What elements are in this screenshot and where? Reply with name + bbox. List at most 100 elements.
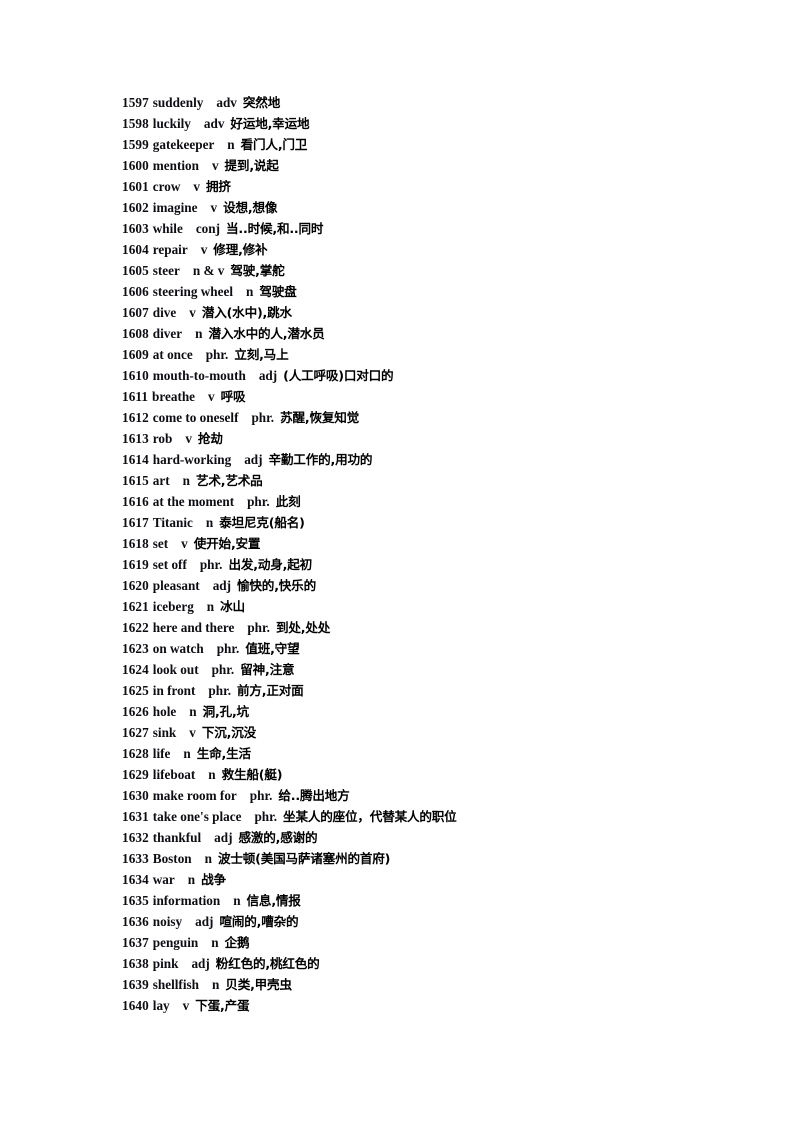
entry-definition: 愉快的,快乐的 bbox=[237, 578, 316, 593]
entry-number: 1632 bbox=[122, 830, 149, 845]
vocabulary-entry: 1626 hole n 洞,孔,坑 bbox=[122, 701, 742, 722]
vocabulary-entry: 1620 pleasant adj 愉快的,快乐的 bbox=[122, 575, 742, 596]
entry-part-of-speech: phr. bbox=[199, 557, 223, 572]
entry-number: 1628 bbox=[122, 746, 149, 761]
entry-number: 1614 bbox=[122, 452, 149, 467]
entry-word: steering wheel bbox=[152, 284, 233, 299]
entry-number: 1611 bbox=[122, 389, 149, 404]
entry-number: 1636 bbox=[122, 914, 149, 929]
entry-definition: 驾驶,掌舵 bbox=[230, 263, 285, 278]
entry-word: noisy bbox=[152, 914, 183, 929]
vocabulary-entry: 1627 sink v 下沉,沉没 bbox=[122, 722, 742, 743]
vocabulary-entry: 1597 suddenly adv 突然地 bbox=[122, 92, 742, 113]
entry-word: imagine bbox=[152, 200, 198, 215]
entry-number: 1631 bbox=[122, 809, 149, 824]
entry-number: 1620 bbox=[122, 578, 149, 593]
vocabulary-entry: 1621 iceberg n 冰山 bbox=[122, 596, 742, 617]
entry-part-of-speech: phr. bbox=[247, 494, 270, 509]
entry-word: on watch bbox=[152, 641, 204, 656]
entry-word: shellfish bbox=[152, 977, 199, 992]
entry-word: Boston bbox=[152, 851, 192, 866]
entry-number: 1598 bbox=[122, 116, 149, 131]
entry-definition: 设想,想像 bbox=[223, 200, 278, 215]
entry-definition: 呼吸 bbox=[220, 389, 246, 404]
entry-word: come to oneself bbox=[152, 410, 239, 425]
vocabulary-entry: 1615 art n 艺术,艺术品 bbox=[122, 470, 742, 491]
entry-word: rob bbox=[152, 431, 173, 446]
entry-part-of-speech: n & v bbox=[192, 263, 225, 278]
entry-word: mention bbox=[152, 158, 199, 173]
entry-definition: 辛勤工作的,用功的 bbox=[268, 452, 373, 467]
vocabulary-entry: 1601 crow v 拥挤 bbox=[122, 176, 742, 197]
entry-definition: 企鹅 bbox=[224, 935, 250, 950]
vocabulary-entry: 1638 pink adj 粉红色的,桃红色的 bbox=[122, 953, 742, 974]
entry-part-of-speech: phr. bbox=[249, 788, 273, 803]
entry-definition: 生命,生活 bbox=[196, 746, 251, 761]
vocabulary-entry: 1636 noisy adj 喧闹的,嘈杂的 bbox=[122, 911, 742, 932]
entry-word: set off bbox=[152, 557, 187, 572]
entry-definition: 信息,情报 bbox=[246, 893, 301, 908]
entry-definition: 下沉,沉没 bbox=[201, 725, 257, 740]
entry-part-of-speech: adj bbox=[195, 914, 214, 929]
entry-part-of-speech: n bbox=[183, 746, 191, 761]
entry-number: 1613 bbox=[122, 431, 149, 446]
entry-number: 1634 bbox=[122, 872, 149, 887]
entry-number: 1624 bbox=[122, 662, 149, 677]
entry-word: hard-working bbox=[152, 452, 232, 467]
entry-part-of-speech: n bbox=[205, 515, 214, 530]
entry-word: diver bbox=[152, 326, 183, 341]
vocabulary-entry: 1604 repair v 修理,修补 bbox=[122, 239, 742, 260]
entry-number: 1608 bbox=[122, 326, 149, 341]
entry-number: 1619 bbox=[122, 557, 149, 572]
vocabulary-entry: 1625 in front phr. 前方,正对面 bbox=[122, 680, 742, 701]
vocabulary-entry: 1602 imagine v 设想,想像 bbox=[122, 197, 742, 218]
entry-definition: 波士顿(美国马萨诸塞州的首府) bbox=[217, 851, 391, 866]
vocabulary-entry: 1599 gatekeeper n 看门人,门卫 bbox=[122, 134, 742, 155]
entry-part-of-speech: phr. bbox=[216, 641, 240, 656]
entry-word: war bbox=[152, 872, 175, 887]
entry-definition: 看门人,门卫 bbox=[240, 137, 308, 152]
entry-part-of-speech: adj bbox=[212, 578, 232, 593]
entry-word: breathe bbox=[152, 389, 196, 404]
entry-part-of-speech: n bbox=[187, 872, 196, 887]
vocabulary-entry: 1598 luckily adv 好运地,幸运地 bbox=[122, 113, 742, 134]
entry-word: hole bbox=[152, 704, 177, 719]
entry-number: 1623 bbox=[122, 641, 149, 656]
entry-part-of-speech: conj bbox=[195, 221, 221, 236]
vocabulary-entry: 1634 war n 战争 bbox=[122, 869, 742, 890]
entry-number: 1597 bbox=[122, 95, 149, 110]
entry-definition: 提到,说起 bbox=[224, 158, 279, 173]
entry-part-of-speech: phr. bbox=[211, 662, 235, 677]
entry-word: iceberg bbox=[152, 599, 194, 614]
entry-definition: 感激的,感谢的 bbox=[238, 830, 318, 845]
entry-number: 1633 bbox=[122, 851, 149, 866]
entry-definition: 使开始,安置 bbox=[193, 536, 261, 551]
entry-word: gatekeeper bbox=[152, 137, 215, 152]
entry-definition: 立刻,马上 bbox=[234, 347, 289, 362]
entry-definition: 前方,正对面 bbox=[237, 683, 304, 698]
entry-part-of-speech: n bbox=[189, 704, 197, 719]
entry-word: lifeboat bbox=[152, 767, 196, 782]
vocabulary-entry: 1606 steering wheel n 驾驶盘 bbox=[122, 281, 742, 302]
vocabulary-entry: 1630 make room for phr. 给..腾出地方 bbox=[122, 785, 742, 806]
entry-definition: 出发,动身,起初 bbox=[228, 557, 312, 572]
vocabulary-entry: 1631 take one's place phr. 坐某人的座位，代替某人的职位 bbox=[122, 806, 742, 827]
entry-word: pink bbox=[152, 956, 179, 971]
vocabulary-entry: 1639 shellfish n 贝类,甲壳虫 bbox=[122, 974, 742, 995]
entry-word: steer bbox=[152, 263, 180, 278]
vocabulary-entry: 1632 thankful adj 感激的,感谢的 bbox=[122, 827, 742, 848]
vocabulary-entry: 1629 lifeboat n 救生船(艇) bbox=[122, 764, 742, 785]
entry-part-of-speech: n bbox=[208, 767, 216, 782]
entry-part-of-speech: n bbox=[227, 137, 235, 152]
entry-number: 1602 bbox=[122, 200, 149, 215]
entry-definition: 突然地 bbox=[242, 95, 281, 110]
vocabulary-entry: 1624 look out phr. 留神,注意 bbox=[122, 659, 742, 680]
vocabulary-entry: 1623 on watch phr. 值班,守望 bbox=[122, 638, 742, 659]
entry-word: crow bbox=[152, 179, 181, 194]
entry-part-of-speech: v bbox=[189, 305, 196, 320]
entry-number: 1625 bbox=[122, 683, 149, 698]
vocabulary-entry: 1612 come to oneself phr. 苏醒,恢复知觉 bbox=[122, 407, 742, 428]
entry-definition: 驾驶盘 bbox=[259, 284, 297, 299]
entry-number: 1599 bbox=[122, 137, 149, 152]
entry-part-of-speech: adv bbox=[216, 95, 237, 110]
